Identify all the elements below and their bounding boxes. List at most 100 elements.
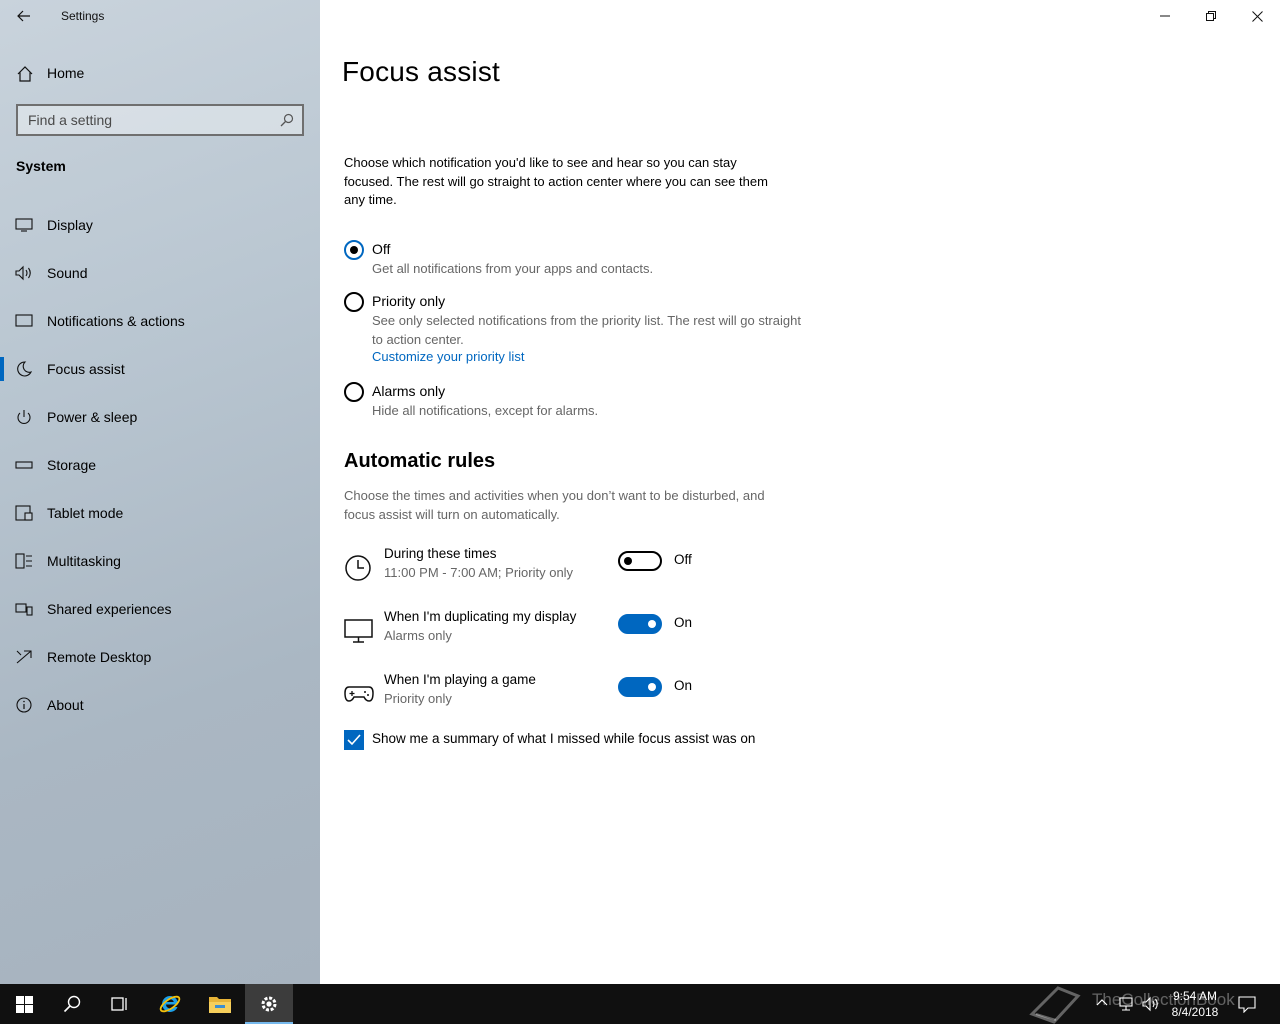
close-icon	[1251, 10, 1263, 22]
radio-label[interactable]: Off	[372, 241, 390, 257]
radio-description: Hide all notifications, except for alarm…	[372, 403, 599, 418]
multitasking-icon	[15, 553, 32, 569]
action-center-icon[interactable]	[1238, 995, 1256, 1013]
book-logo-icon	[1029, 986, 1081, 1024]
rule-subtitle: Priority only	[384, 691, 452, 706]
back-button[interactable]	[8, 4, 40, 28]
tablet-icon	[15, 505, 33, 521]
radio-label[interactable]: Priority only	[372, 293, 445, 309]
monitor-icon	[344, 619, 373, 643]
sidebar: Settings Home System Display Sound Notif…	[0, 0, 320, 984]
rules-description: Choose the times and activities when you…	[344, 488, 765, 522]
toggle-state: On	[674, 678, 693, 693]
customize-priority-list-link[interactable]: Customize your priority list	[372, 349, 524, 364]
remote-icon	[16, 650, 32, 664]
home-label: Home	[47, 65, 85, 81]
notification-icon	[15, 314, 33, 327]
search-input[interactable]	[18, 106, 268, 134]
internet-explorer-button[interactable]	[146, 984, 194, 1024]
search-box[interactable]	[16, 104, 304, 136]
gear-icon	[261, 996, 277, 1012]
rule-during-these-times[interactable]: During these times 11:00 PM - 7:00 AM; P…	[344, 546, 844, 590]
sidebar-item-power-sleep[interactable]: Power & sleep	[0, 397, 320, 437]
section-label: System	[16, 158, 66, 174]
gamepad-icon	[344, 686, 374, 702]
shared-icon	[15, 603, 33, 616]
moon-icon	[17, 361, 33, 377]
sidebar-item-shared-experiences[interactable]: Shared experiences	[0, 589, 320, 629]
sidebar-item-display[interactable]: Display	[0, 205, 320, 245]
rule-title: When I'm playing a game	[384, 672, 536, 687]
sidebar-item-label: Display	[47, 217, 93, 233]
back-arrow-icon	[17, 10, 30, 22]
sidebar-item-multitasking[interactable]: Multitasking	[0, 541, 320, 581]
radio-button-off[interactable]	[344, 240, 364, 260]
radio-description: Get all notifications from your apps and…	[372, 261, 654, 276]
rule-title: During these times	[384, 546, 497, 561]
volume-icon[interactable]	[1142, 996, 1160, 1012]
radio-button-alarms-only[interactable]	[344, 382, 364, 402]
summary-option: Show me a summary of what I missed while…	[344, 730, 944, 750]
rule-toggle[interactable]	[618, 551, 662, 571]
summary-checkbox[interactable]	[344, 730, 364, 750]
rule-toggle[interactable]	[618, 614, 662, 634]
sidebar-item-label: Power & sleep	[47, 409, 138, 425]
rule-subtitle: 11:00 PM - 7:00 AM; Priority only	[384, 565, 574, 580]
radio-label[interactable]: Alarms only	[372, 383, 445, 399]
sidebar-item-label: About	[47, 697, 84, 713]
radio-button-priority-only[interactable]	[344, 292, 364, 312]
home-icon	[17, 66, 33, 82]
radio-description: See only selected notifications from the…	[372, 313, 801, 347]
windows-logo-icon	[15, 995, 33, 1013]
taskbar-search-button[interactable]	[48, 984, 96, 1024]
sidebar-item-label: Sound	[47, 265, 88, 281]
taskbar: TheCollectionBook 9:54 AM 8/4/2018	[0, 984, 1280, 1024]
rule-playing-game[interactable]: When I'm playing a game Priority only On	[344, 672, 844, 716]
task-view-icon	[111, 997, 127, 1011]
settings-taskbar-button[interactable]	[245, 984, 293, 1024]
restore-button[interactable]	[1188, 0, 1234, 32]
sidebar-item-notifications[interactable]: Notifications & actions	[0, 301, 320, 341]
rule-title: When I'm duplicating my display	[384, 609, 577, 624]
folder-icon	[209, 997, 231, 1013]
minimize-button[interactable]	[1142, 0, 1188, 32]
clock-icon	[345, 555, 371, 581]
sidebar-item-label: Focus assist	[47, 361, 125, 377]
file-explorer-button[interactable]	[196, 984, 244, 1024]
task-view-button[interactable]	[96, 984, 144, 1024]
sidebar-item-label: Storage	[47, 457, 97, 473]
page-title: Focus assist	[342, 56, 500, 87]
clock-date: 8/4/2018	[1171, 1005, 1219, 1019]
sidebar-home[interactable]: Home	[0, 56, 320, 90]
sidebar-item-label: Notifications & actions	[47, 313, 185, 329]
toggle-state: Off	[674, 552, 692, 567]
start-button[interactable]	[0, 984, 48, 1024]
sidebar-item-about[interactable]: About	[0, 685, 320, 725]
chevron-up-icon[interactable]	[1096, 997, 1108, 1009]
info-icon	[16, 697, 32, 713]
minimize-icon	[1160, 15, 1170, 17]
app-title: Settings	[61, 9, 105, 23]
network-icon[interactable]	[1118, 996, 1136, 1012]
rule-toggle[interactable]	[618, 677, 662, 697]
toggle-state: On	[674, 615, 693, 630]
summary-label[interactable]: Show me a summary of what I missed while…	[372, 731, 755, 746]
display-icon	[15, 218, 33, 232]
sidebar-item-label: Tablet mode	[47, 505, 124, 521]
sidebar-item-remote-desktop[interactable]: Remote Desktop	[0, 637, 320, 677]
intro-text: Choose which notification you'd like to …	[344, 155, 768, 207]
rules-heading: Automatic rules	[344, 450, 496, 472]
close-button[interactable]	[1234, 0, 1280, 32]
sidebar-item-label: Multitasking	[47, 553, 121, 569]
sidebar-item-focus-assist[interactable]: Focus assist	[0, 349, 320, 389]
clock[interactable]: 9:54 AM 8/4/2018	[1166, 988, 1224, 1020]
clock-time: 9:54 AM	[1172, 989, 1218, 1003]
internet-explorer-icon	[159, 995, 181, 1013]
rule-duplicating-display[interactable]: When I'm duplicating my display Alarms o…	[344, 609, 844, 653]
sidebar-item-tablet-mode[interactable]: Tablet mode	[0, 493, 320, 533]
search-icon[interactable]	[280, 113, 294, 127]
sidebar-item-storage[interactable]: Storage	[0, 445, 320, 485]
title-bar: Settings	[0, 0, 320, 32]
sidebar-item-sound[interactable]: Sound	[0, 253, 320, 293]
rule-subtitle: Alarms only	[384, 628, 452, 643]
